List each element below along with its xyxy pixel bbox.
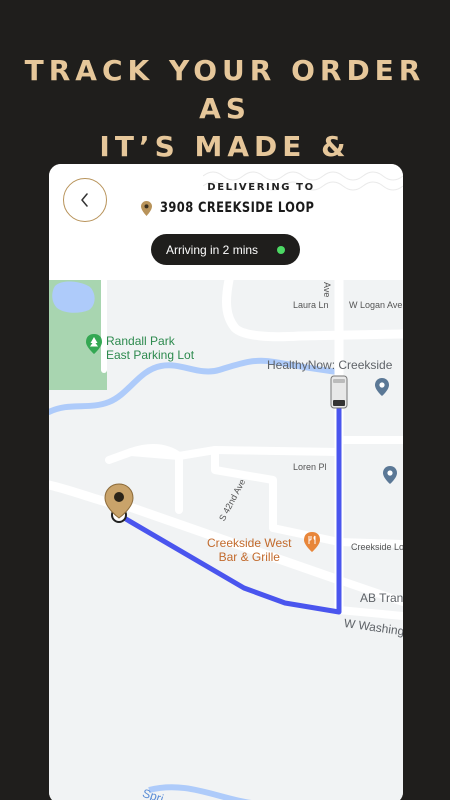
place-pin-icon xyxy=(375,378,389,396)
roads xyxy=(49,280,403,620)
loren-pl-label: Loren Pl xyxy=(293,462,327,472)
back-button[interactable] xyxy=(63,178,107,222)
delivery-van-icon xyxy=(330,375,348,409)
logan-ave-label: W Logan Ave xyxy=(349,300,403,310)
creek-south xyxy=(148,784,252,800)
park-label: Randall Park East Parking Lot xyxy=(106,334,195,362)
eta-text: Arriving in 2 mins xyxy=(166,242,259,257)
pond xyxy=(52,281,95,313)
delivery-address: 3908 CREEKSIDE LOOP xyxy=(141,200,348,216)
status-dot xyxy=(277,246,285,254)
ab-tran-label: AB Tran xyxy=(360,591,403,605)
delivery-header: DELIVERING TO 3908 CREEKSIDE LOOP Arrivi… xyxy=(49,164,403,280)
map-view[interactable]: Randall Park East Parking Lot HealthyNow… xyxy=(49,280,403,800)
creekside-west-label: Creekside West Bar & Grille xyxy=(207,536,292,564)
address-text: 3908 CREEKSIDE LOOP xyxy=(160,200,315,216)
location-pin-icon xyxy=(141,200,152,216)
healthynow-label: HealthyNow: Creekside xyxy=(267,358,393,372)
eta-status-pill: Arriving in 2 mins xyxy=(151,234,300,265)
restaurant-icon xyxy=(304,532,320,552)
laura-ln-label: Laura Ln xyxy=(293,300,329,310)
delivering-to-label: DELIVERING TO xyxy=(207,182,315,193)
chevron-left-icon xyxy=(81,193,88,207)
headline-line-1: TRACK YOUR ORDER AS xyxy=(24,54,426,125)
phone-screen: DELIVERING TO 3908 CREEKSIDE LOOP Arrivi… xyxy=(49,164,403,800)
place-pin-icon xyxy=(383,466,397,484)
ave-top-label: Ave xyxy=(322,282,332,298)
creekside-lo-label: Creekside Lo xyxy=(351,542,403,552)
destination-pin-icon xyxy=(104,483,134,519)
